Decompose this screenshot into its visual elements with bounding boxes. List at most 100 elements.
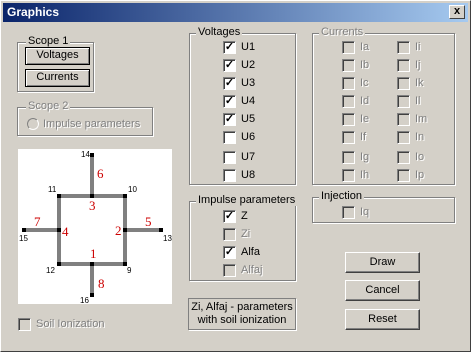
impulse-z-label: Z (241, 210, 248, 222)
current-il-checkbox-box (397, 95, 410, 108)
current-id-checkbox[interactable]: Id (342, 95, 402, 109)
draw-button[interactable]: Draw (345, 252, 420, 273)
grid-node (159, 228, 163, 232)
voltage-u6-checkbox[interactable]: U6 (223, 131, 283, 145)
current-ib-checkbox-box (342, 59, 355, 72)
branch-label-4: 4 (62, 224, 69, 239)
voltages-button[interactable]: Voltages (25, 47, 90, 65)
voltage-u5-label: U5 (241, 113, 256, 125)
current-ia-checkbox-box (342, 41, 355, 54)
current-ia-checkbox[interactable]: Ia (342, 41, 402, 55)
grid-svg: 91011121314151612345678 (19, 150, 172, 305)
impulse-zi-checkbox-box (223, 228, 236, 241)
current-if-label: If (360, 131, 367, 143)
iq-checkbox[interactable]: Iq (342, 206, 392, 220)
current-ip-checkbox[interactable]: Ip (397, 169, 457, 183)
iq-label: Iq (360, 206, 370, 218)
current-ip-checkbox-box (397, 169, 410, 182)
current-ib-checkbox[interactable]: Ib (342, 59, 402, 73)
current-in-checkbox-box (397, 131, 410, 144)
voltage-u5-checkbox[interactable]: ✓ U5 (223, 113, 283, 127)
grid-node (57, 262, 61, 266)
voltage-u4-label: U4 (241, 95, 256, 107)
soil-ionization-note: Zi, Alfaj - parameters with soil ionizat… (188, 298, 296, 330)
current-ii-checkbox-box (397, 41, 410, 54)
current-ig-checkbox-box (342, 151, 355, 164)
title-bar[interactable]: Graphics x (3, 3, 468, 22)
grid-midpoint (57, 228, 61, 232)
impulse-z-checkbox-box: ✓ (223, 210, 236, 223)
current-id-label: Id (360, 95, 370, 107)
voltage-u3-checkbox-box: ✓ (223, 77, 236, 90)
grid-node (90, 153, 94, 157)
node-label-14: 14 (81, 150, 90, 159)
cancel-button[interactable]: Cancel (345, 280, 420, 301)
current-ih-checkbox-box (342, 169, 355, 182)
current-if-checkbox-box (342, 131, 355, 144)
reset-button[interactable]: Reset (345, 309, 420, 330)
voltage-u3-label: U3 (241, 77, 256, 89)
voltage-u7-label: U7 (241, 151, 256, 163)
current-ik-checkbox[interactable]: Ik (397, 77, 457, 91)
branch-label-3: 3 (89, 198, 96, 213)
grid-node (90, 293, 94, 297)
currents-button[interactable]: Currents (25, 69, 90, 87)
node-label-16: 16 (80, 296, 89, 304)
impulse-zi-label: Zi (241, 228, 251, 240)
current-ih-checkbox[interactable]: Ih (342, 169, 402, 183)
current-ia-label: Ia (360, 41, 370, 53)
grid-node (123, 194, 127, 198)
voltages-legend: Voltages (196, 26, 243, 38)
current-ib-label: Ib (360, 59, 370, 71)
current-ii-checkbox[interactable]: Ii (397, 41, 457, 55)
current-ij-checkbox-box (397, 59, 410, 72)
voltage-u4-checkbox[interactable]: ✓ U4 (223, 95, 283, 109)
current-io-label: Io (415, 151, 425, 163)
soil-ionization-checkbox[interactable]: Soil Ionization (18, 318, 128, 332)
current-il-checkbox[interactable]: Il (397, 95, 457, 109)
voltage-u6-label: U6 (241, 131, 256, 143)
node-label-13: 13 (163, 234, 172, 243)
voltage-u8-label: U8 (241, 169, 256, 181)
impulse-alfaj-checkbox[interactable]: Alfaj (223, 264, 283, 278)
voltage-u4-checkbox-box: ✓ (223, 95, 236, 108)
current-ip-label: Ip (415, 169, 425, 181)
voltage-u8-checkbox-box (223, 169, 236, 182)
current-in-label: In (415, 131, 425, 143)
current-ic-checkbox[interactable]: Ic (342, 77, 402, 91)
impulse-legend: Impulse parameters (196, 194, 298, 206)
current-in-checkbox[interactable]: In (397, 131, 457, 145)
impulse-alfaj-checkbox-box (223, 264, 236, 277)
impulse-alfaj-label: Alfaj (241, 264, 263, 276)
voltage-u2-checkbox[interactable]: ✓ U2 (223, 59, 283, 73)
grid-node (22, 228, 26, 232)
current-ie-checkbox[interactable]: Ie (342, 113, 402, 127)
voltage-u7-checkbox[interactable]: U7 (223, 151, 283, 165)
voltage-u8-checkbox[interactable]: U8 (223, 169, 283, 183)
voltage-u3-checkbox[interactable]: ✓ U3 (223, 77, 283, 91)
close-button[interactable]: x (449, 5, 465, 19)
node-label-12: 12 (46, 266, 55, 275)
impulse-z-checkbox[interactable]: ✓ Z (223, 210, 283, 224)
current-ig-checkbox[interactable]: Ig (342, 151, 402, 165)
current-im-checkbox-box (397, 113, 410, 126)
current-id-checkbox-box (342, 95, 355, 108)
current-ih-label: Ih (360, 169, 370, 181)
node-label-10: 10 (128, 185, 137, 194)
scope1-legend: Scope 1 (26, 35, 71, 47)
current-ii-label: Ii (415, 41, 421, 53)
current-ij-label: Ij (415, 59, 421, 71)
current-ic-checkbox-box (342, 77, 355, 90)
current-io-checkbox[interactable]: Io (397, 151, 457, 165)
impulse-alfa-checkbox[interactable]: ✓ Alfa (223, 246, 283, 260)
node-label-9: 9 (127, 266, 132, 275)
current-if-checkbox[interactable]: If (342, 131, 402, 145)
current-ij-checkbox[interactable]: Ij (397, 59, 457, 73)
current-im-checkbox[interactable]: Im (397, 113, 457, 127)
voltage-u1-checkbox[interactable]: ✓ U1 (223, 41, 283, 55)
impulse-zi-checkbox[interactable]: Zi (223, 228, 283, 242)
voltage-u2-checkbox-box: ✓ (223, 59, 236, 72)
currents-legend: Currents (319, 26, 366, 38)
impulse-parameters-radio[interactable]: Impulse parameters (27, 118, 147, 132)
impulse-alfa-checkbox-box: ✓ (223, 246, 236, 259)
